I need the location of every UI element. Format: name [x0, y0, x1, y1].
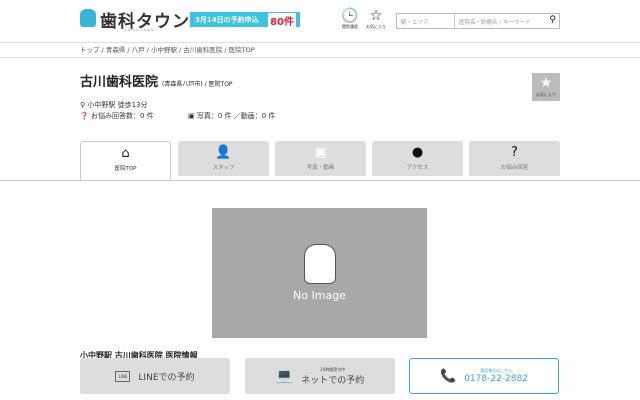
divider	[0, 57, 640, 58]
tab-photos[interactable]: ▣ 写真・動画	[275, 141, 366, 176]
clock-icon: 🕒	[341, 8, 359, 24]
access-text: 小中野駅 徒歩13分	[87, 101, 148, 109]
laptop-icon: 💻	[275, 368, 294, 384]
reservation-banner[interactable]: 3月14日の予約申込 80件	[190, 12, 300, 27]
line-label: LINEでの予約	[138, 372, 195, 383]
search-icon[interactable]: ⚲	[546, 14, 559, 28]
clinic-image-placeholder: No Image	[212, 208, 427, 338]
favorites-label: お気に入り	[366, 24, 386, 29]
photo-icon: ▣	[314, 145, 327, 160]
tab-divider	[0, 180, 640, 181]
answers-text: お悩み回答数：0 件	[90, 112, 154, 120]
tab-label: スタッフ	[212, 165, 235, 171]
keyword-input[interactable]: 医院名・診療名・キーワード	[455, 14, 546, 28]
media-text: 写真：0 件 ／動画：0 件	[196, 112, 276, 120]
answers-info: ❓ お悩み回答数：0 件	[80, 112, 154, 120]
divider	[0, 42, 640, 43]
favorite-label: お気に入り	[536, 92, 556, 97]
tel-number: 0178-22-2882	[464, 374, 528, 384]
no-image-text: No Image	[293, 289, 346, 302]
phone-icon: 📞	[440, 368, 457, 384]
tab-label: 写真・動画	[306, 165, 335, 171]
breadcrumb[interactable]: トップ / 青森県 / 八戸 / 小中野駅 / 古川歯科医院 / 医院TOP	[80, 44, 255, 54]
search-bar: 駅・エリア 医院名・診療名・キーワード ⚲	[396, 13, 560, 29]
home-icon: ⌂	[121, 146, 130, 161]
media-info: ▣ 写真：0 件 ／動画：0 件	[188, 112, 276, 120]
net-label: ネットでの予約	[301, 375, 365, 386]
net-sub-label: 24時間受付中	[320, 366, 346, 372]
logo-sub: SHIKA TOWN	[125, 28, 155, 32]
tab-label: お悩み回答	[500, 165, 529, 171]
tooth-mascot-icon	[304, 244, 336, 284]
clinic-name: 古川歯科医院	[80, 75, 159, 90]
access-info: ⚲ 小中野駅 徒歩13分	[80, 101, 148, 109]
net-reserve-button[interactable]: 💻 24時間受付中ネットでの予約	[245, 358, 395, 394]
phone-button[interactable]: 📞 電話番号はこちら 0178-22-2882	[409, 358, 559, 394]
star-icon: ☆	[369, 8, 383, 24]
clinic-region: (青森県八戸市) / 医院TOP	[162, 81, 233, 88]
favorite-button[interactable]: ★ お気に入り	[532, 73, 560, 101]
tab-label: アクセス	[406, 165, 429, 171]
tab-clinic-top[interactable]: ⌂ 医院TOP	[80, 141, 171, 181]
staff-icon: 👤	[215, 145, 232, 160]
star-icon: ★	[539, 75, 553, 91]
banner-text: 3月14日の予約申込	[195, 16, 259, 24]
tab-staff[interactable]: 👤 スタッフ	[178, 141, 269, 176]
area-input[interactable]: 駅・エリア	[397, 14, 455, 28]
tab-answers[interactable]: ? お悩み回答	[469, 141, 560, 176]
page-title: 古川歯科医院 (青森県八戸市) / 医院TOP	[80, 71, 233, 90]
logo-icon	[80, 9, 96, 27]
line-icon: LINE	[115, 370, 131, 382]
map-pin-icon: ●	[411, 145, 424, 160]
favorites-button[interactable]: ☆ お気に入り	[364, 8, 391, 30]
line-reserve-button[interactable]: LINE LINEでの予約	[80, 358, 230, 394]
tab-label: 医院TOP	[114, 166, 137, 172]
tab-access[interactable]: ● アクセス	[372, 141, 463, 176]
question-icon: ?	[511, 145, 518, 160]
banner-count: 80件	[268, 13, 296, 27]
